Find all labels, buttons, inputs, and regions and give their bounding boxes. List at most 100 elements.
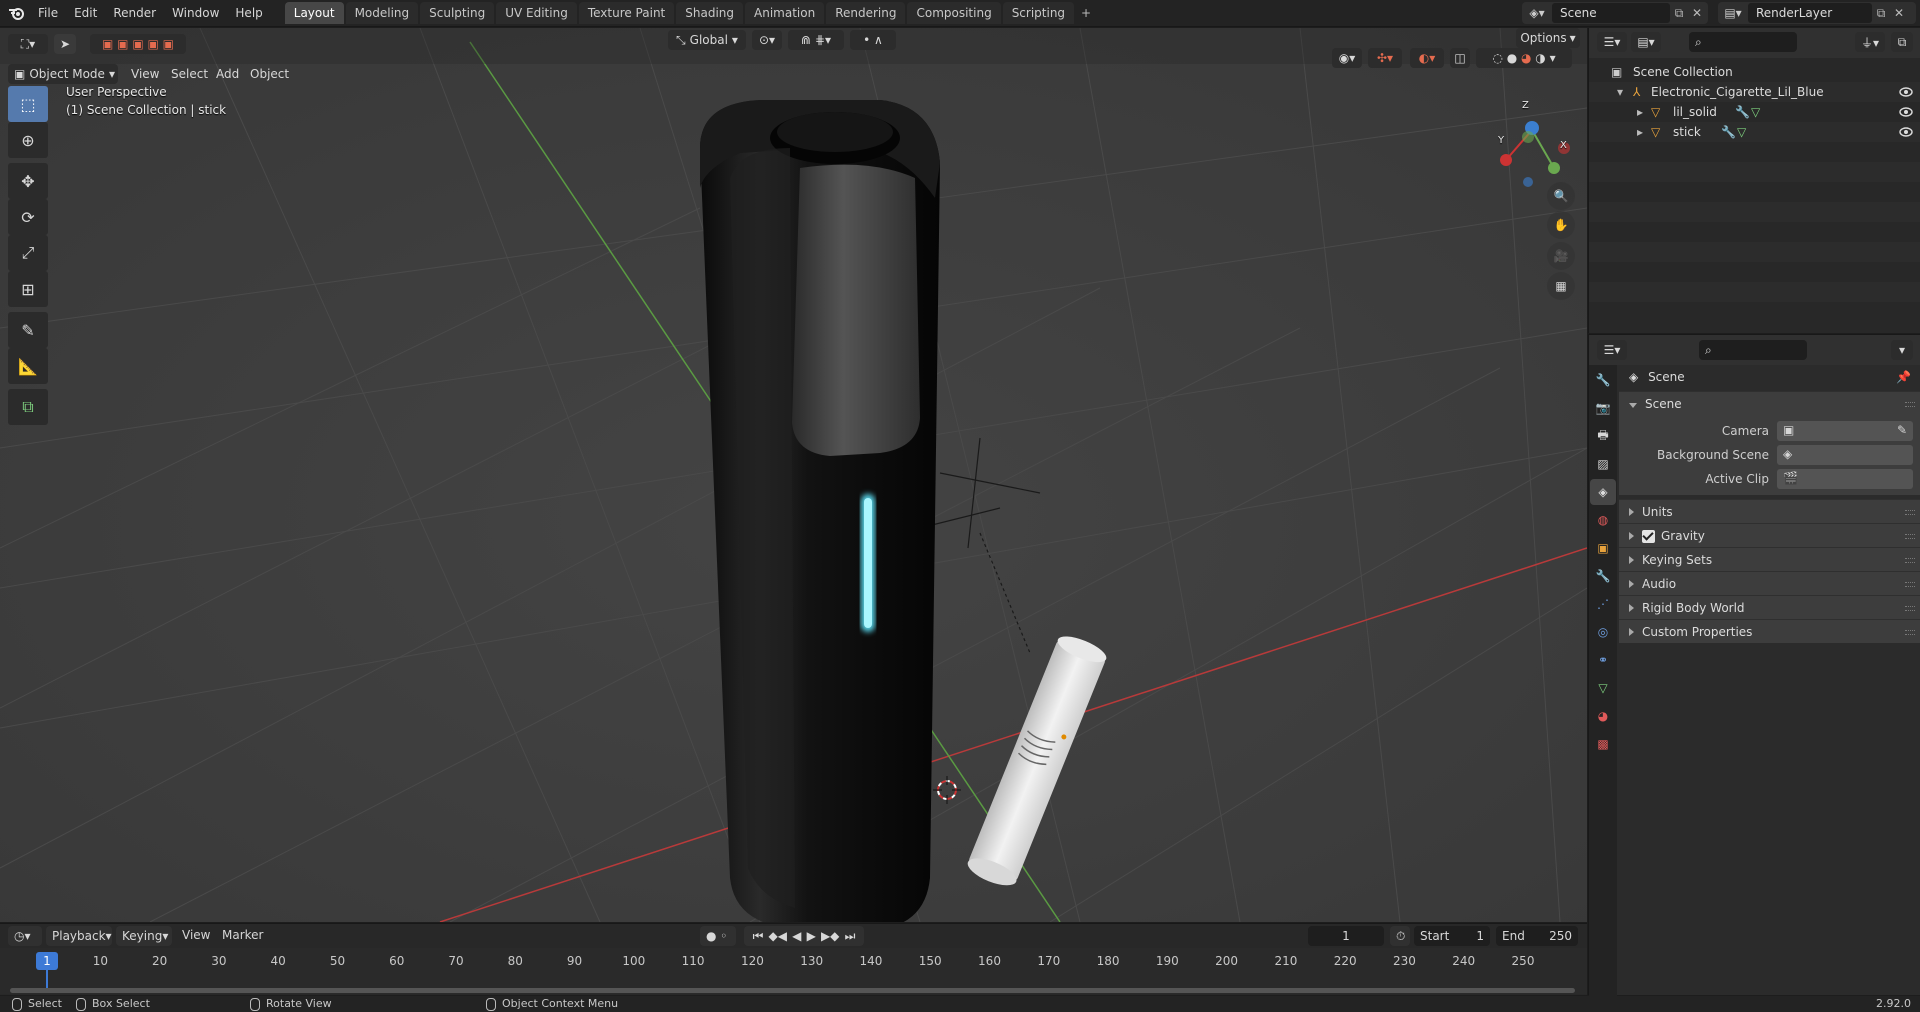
measure-tool[interactable]: 📐	[8, 348, 48, 384]
blender-logo-icon[interactable]	[4, 2, 30, 24]
select-box-tool[interactable]: ⬚	[8, 86, 48, 122]
scale-tool[interactable]: ⤢	[8, 235, 48, 271]
prev-key-icon[interactable]: ◆◀	[769, 929, 787, 943]
eyedropper-icon[interactable]: ✎	[1897, 423, 1907, 437]
playback-controls[interactable]: ⏮ ◆◀ ◀ ▶ ▶◆ ⏭	[744, 926, 864, 946]
pan-button[interactable]: ✋	[1547, 211, 1575, 239]
camera-field[interactable]: ▣ ✎	[1777, 421, 1913, 441]
move-tool[interactable]: ✥	[8, 163, 48, 199]
gizmo-y-label[interactable]: Y	[1498, 135, 1504, 146]
tab-object[interactable]: ▣	[1590, 535, 1616, 561]
properties-search-input[interactable]: ⌕	[1699, 340, 1807, 360]
outliner-search-input[interactable]: ⌕	[1689, 32, 1797, 52]
tab-output[interactable]: 🖶	[1590, 423, 1616, 449]
playback-menu[interactable]: Playback ▾	[46, 926, 112, 946]
gizmo-x-label[interactable]: X	[1560, 140, 1567, 151]
tab-physics[interactable]: ◎	[1590, 619, 1616, 645]
tab-shading[interactable]: Shading	[676, 2, 743, 24]
delete-view-layer-icon[interactable]: ✕	[1890, 6, 1908, 20]
keying-menu[interactable]: Keying ▾	[116, 926, 172, 946]
tab-compositing[interactable]: Compositing	[907, 2, 1001, 24]
panel-units[interactable]: Units	[1619, 499, 1920, 523]
current-frame-field[interactable]: 1	[1308, 926, 1384, 946]
next-key-icon[interactable]: ▶◆	[821, 929, 839, 943]
scene-icon[interactable]: ◈▾	[1522, 6, 1552, 20]
overlay-toggle-button[interactable]: ◐▾	[1410, 48, 1444, 68]
preview-range-button[interactable]: ⏱	[1390, 926, 1410, 946]
timeline-scrollbar[interactable]	[10, 988, 1575, 993]
timeline-view-menu[interactable]: View	[182, 928, 210, 942]
xray-button[interactable]: ◫	[1450, 48, 1470, 68]
tab-view-layer[interactable]: ▨	[1590, 451, 1616, 477]
end-frame-field[interactable]: End 250	[1496, 926, 1578, 946]
visibility-button[interactable]: ◉▾	[1332, 48, 1362, 68]
tab-data[interactable]: ▽	[1590, 675, 1616, 701]
scene-name-field[interactable]: Scene	[1552, 3, 1670, 23]
panel-scene-header[interactable]: Scene	[1619, 391, 1920, 415]
eye-icon[interactable]	[1899, 126, 1913, 138]
snapping-button[interactable]: ⋒ ⋕▾	[788, 30, 844, 50]
camera-view-button[interactable]: 🎥	[1547, 242, 1575, 270]
panel-audio[interactable]: Audio	[1619, 571, 1920, 595]
tab-uv-editing[interactable]: UV Editing	[496, 2, 577, 24]
ortho-toggle-button[interactable]: ▦	[1547, 272, 1575, 300]
tab-scripting[interactable]: Scripting	[1002, 2, 1075, 24]
outliner-editor-button[interactable]: ☰▾	[1597, 32, 1627, 52]
menu-add[interactable]: Add	[216, 64, 239, 84]
drag-handle-icon[interactable]	[1905, 630, 1915, 635]
jump-start-icon[interactable]: ⏮	[753, 929, 764, 944]
zoom-button[interactable]: 🔍	[1547, 182, 1575, 210]
options-button[interactable]: Options ▾	[1516, 28, 1580, 48]
expand-right-icon[interactable]: ▸	[1637, 122, 1643, 142]
eye-icon[interactable]	[1899, 106, 1913, 118]
new-collection-button[interactable]: ⧉	[1891, 32, 1913, 52]
background-scene-field[interactable]: ◈	[1777, 445, 1913, 465]
timeline-marker-menu[interactable]: Marker	[222, 928, 263, 942]
transform-orientation-dropdown[interactable]: ⤡ Global ▾	[668, 30, 746, 50]
gravity-checkbox[interactable]	[1642, 530, 1655, 543]
new-view-layer-icon[interactable]: ⧉	[1872, 6, 1890, 21]
tab-modifiers[interactable]: 🔧	[1590, 563, 1616, 589]
properties-editor-button[interactable]: ☰▾	[1597, 340, 1627, 360]
selection-modes[interactable]: ▣ ▣ ▣ ▣ ▣	[90, 34, 186, 54]
gizmo-toggle-button[interactable]: ✣▾	[1368, 48, 1402, 68]
menu-view[interactable]: View	[131, 64, 159, 84]
start-frame-field[interactable]: Start 1	[1414, 926, 1490, 946]
menu-help[interactable]: Help	[227, 0, 270, 26]
outliner-row-stick[interactable]: ▸ ▽ stick 🔧 ▽	[1589, 122, 1920, 142]
gizmo-z-label[interactable]: Z	[1522, 100, 1529, 111]
drag-handle-icon[interactable]	[1905, 582, 1915, 587]
tab-particles[interactable]: ⋰	[1590, 591, 1616, 617]
tab-tool[interactable]: 🔧	[1590, 367, 1616, 393]
3d-viewport[interactable]: Z Y X ⛶▾ ➤ ▣ ▣ ▣ ▣ ▣ ▣ Object Mode ▾ Vie…	[0, 28, 1587, 922]
outliner-row-lil-solid[interactable]: ▸ ▽ lil_solid 🔧 ▽	[1589, 102, 1920, 122]
eye-icon[interactable]	[1899, 86, 1913, 98]
frame-ruler[interactable]: 1 10 20 30 40 50 60 70 80 90 100 110 120 130 140 150 16…	[0, 948, 1587, 994]
tab-texture-paint[interactable]: Texture Paint	[578, 2, 675, 24]
drag-handle-icon[interactable]	[1905, 510, 1915, 515]
tab-modeling[interactable]: Modeling	[345, 2, 419, 24]
timeline-editor-button[interactable]: ◷▾	[8, 926, 42, 946]
tab-world[interactable]: ◍	[1590, 507, 1616, 533]
properties-options-button[interactable]: ▾	[1891, 340, 1913, 360]
rotate-tool[interactable]: ⟳	[8, 199, 48, 235]
active-clip-field[interactable]: 🎬	[1777, 469, 1913, 489]
record-button[interactable]: ● ◦	[700, 926, 736, 946]
proportional-edit-button[interactable]: • ∧	[850, 30, 896, 50]
outliner-row-scene-collection[interactable]: ▣ Scene Collection	[1589, 62, 1920, 82]
transform-tool[interactable]: ⊞	[8, 271, 48, 307]
drag-handle-icon[interactable]	[1905, 558, 1915, 563]
tab-constraints[interactable]: ⚭	[1590, 647, 1616, 673]
drag-handle-icon[interactable]	[1905, 606, 1915, 611]
cursor-tool[interactable]: ⊕	[8, 122, 48, 158]
drag-handle-icon[interactable]	[1905, 534, 1915, 539]
jump-end-icon[interactable]: ⏭	[845, 929, 856, 944]
tab-material[interactable]: ◕	[1590, 703, 1616, 729]
select-mode-button[interactable]: ➤	[54, 34, 76, 54]
menu-edit[interactable]: Edit	[66, 0, 105, 26]
tab-animation[interactable]: Animation	[745, 2, 825, 24]
play-icon[interactable]: ▶	[807, 929, 816, 943]
drag-handle-icon[interactable]	[1905, 402, 1915, 407]
delete-scene-icon[interactable]: ✕	[1688, 6, 1706, 20]
pin-icon[interactable]: 📌	[1896, 365, 1911, 389]
